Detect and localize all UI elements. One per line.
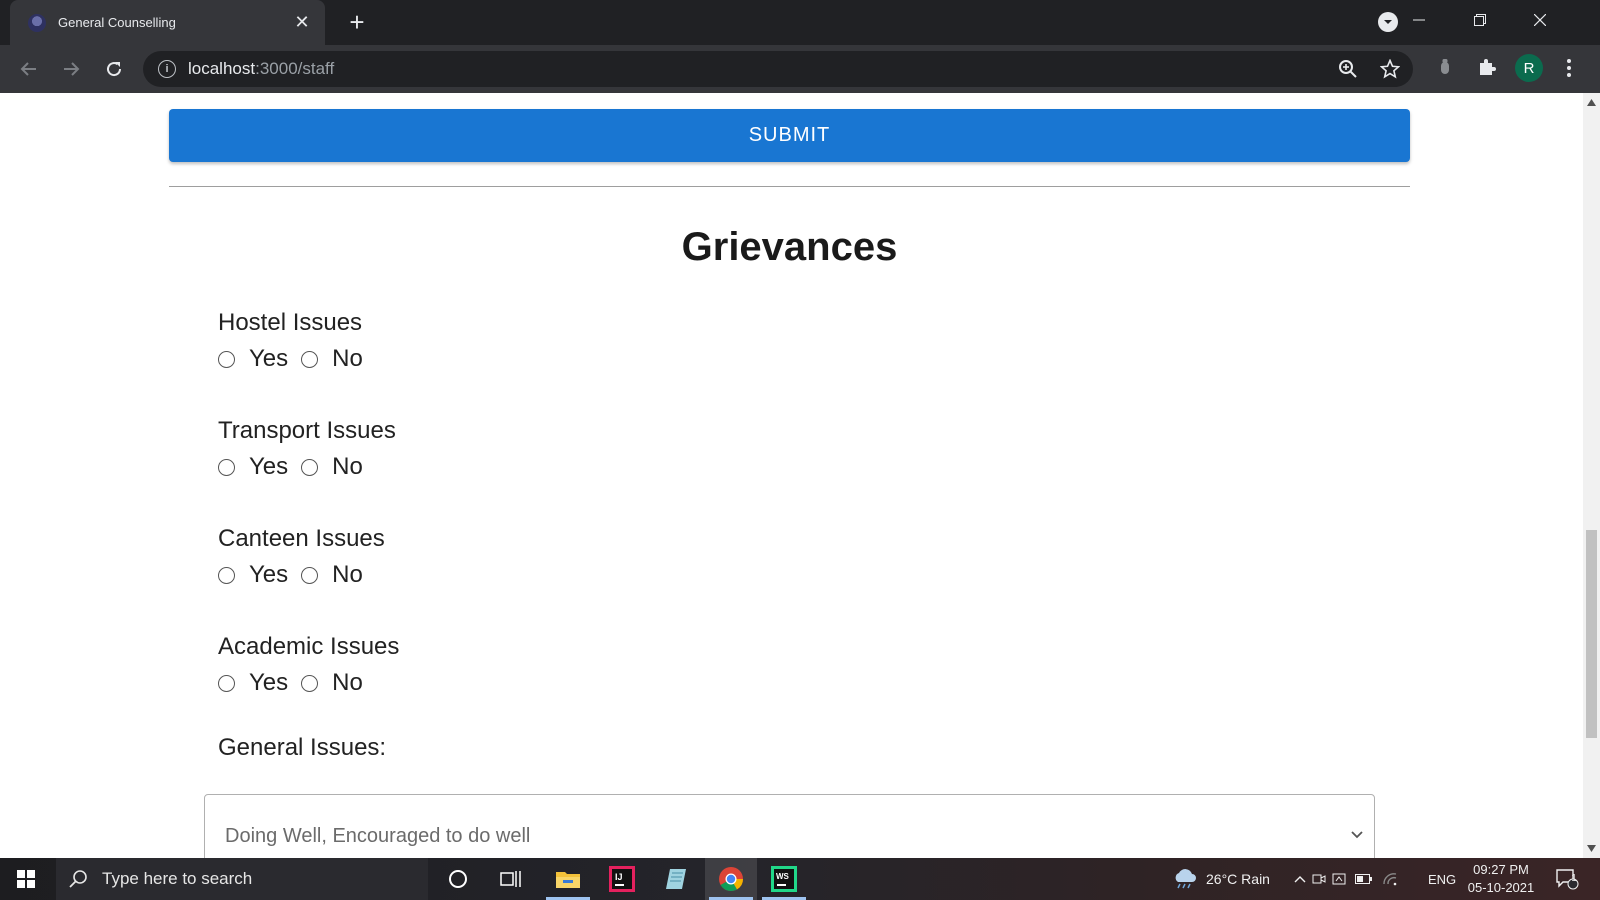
tray-chevron-up-icon[interactable] <box>1294 858 1306 900</box>
rain-cloud-icon <box>1175 869 1196 889</box>
question-canteen-issues: Canteen Issues Yes No <box>218 523 385 591</box>
wifi-icon[interactable] <box>1382 858 1398 900</box>
url-text: localhost:3000/staff <box>188 59 334 79</box>
scrollbar-thumb[interactable] <box>1586 530 1597 738</box>
browser-tab[interactable]: General Counselling ✕ <box>10 0 325 45</box>
site-favicon-icon <box>28 13 46 32</box>
clock-time: 09:27 PM <box>1473 862 1529 877</box>
radio-no-label[interactable]: No <box>332 561 363 589</box>
notification-center-icon[interactable]: 1 <box>1555 858 1579 900</box>
page-scrollbar[interactable] <box>1583 93 1600 858</box>
profile-avatar[interactable]: R <box>1515 54 1543 82</box>
radio-no[interactable] <box>301 566 319 584</box>
section-divider <box>169 186 1410 187</box>
taskbar-search-placeholder: Type here to search <box>102 869 253 888</box>
browser-toolbar: i localhost:3000/staff <box>0 45 1600 93</box>
question-label: Transport Issues <box>218 417 396 444</box>
url-host: localhost <box>188 59 256 78</box>
intellij-icon[interactable]: IJ <box>596 858 648 900</box>
onedrive-icon[interactable] <box>1332 858 1348 900</box>
submit-button[interactable]: SUBMIT <box>169 109 1410 162</box>
meet-now-icon[interactable] <box>1312 858 1326 900</box>
clock-date: 05-10-2021 <box>1467 880 1535 895</box>
start-button[interactable] <box>0 858 52 900</box>
url-path: :3000/staff <box>255 59 335 78</box>
extensions-puzzle-icon[interactable] <box>1476 56 1498 78</box>
restore-icon[interactable] <box>1450 0 1510 40</box>
radio-no[interactable] <box>301 674 319 692</box>
close-window-icon[interactable] <box>1510 0 1570 40</box>
chevron-down-icon <box>1351 831 1363 839</box>
general-issues-value: Doing Well, Encouraged to do well <box>225 825 531 847</box>
weather-widget[interactable]: 26°C Rain <box>1172 858 1270 900</box>
back-icon[interactable] <box>15 55 43 83</box>
weather-text: 26°C Rain <box>1206 871 1270 887</box>
reload-icon[interactable] <box>100 55 128 83</box>
question-transport-issues: Transport Issues Yes No <box>218 415 396 483</box>
search-icon <box>69 870 87 888</box>
bookmark-star-icon[interactable] <box>1380 59 1400 79</box>
radio-yes[interactable] <box>218 566 235 584</box>
new-tab-icon[interactable]: + <box>345 8 369 36</box>
radio-yes[interactable] <box>218 350 235 368</box>
cortana-icon[interactable] <box>432 858 484 900</box>
address-bar[interactable]: i localhost:3000/staff <box>143 51 1413 87</box>
radio-group: Yes No <box>218 667 399 699</box>
page-viewport: SUBMIT Grievances Hostel Issues Yes No T… <box>0 93 1583 858</box>
taskbar-clock[interactable]: 09:27 PM 05-10-2021 <box>1462 861 1540 897</box>
radio-no-label[interactable]: No <box>332 345 363 373</box>
battery-icon[interactable] <box>1355 858 1373 900</box>
site-info-icon[interactable]: i <box>158 60 176 78</box>
chrome-icon[interactable] <box>705 858 757 900</box>
windows-taskbar: Type here to search IJ WS 26°C Rain ENG … <box>0 858 1600 900</box>
radio-yes-label[interactable]: Yes <box>249 453 288 481</box>
question-label: Canteen Issues <box>218 525 385 552</box>
zoom-icon[interactable] <box>1338 59 1358 79</box>
forward-icon[interactable] <box>57 55 85 83</box>
extension-icon[interactable] <box>1434 56 1456 78</box>
file-explorer-icon[interactable] <box>542 858 594 900</box>
radio-group: Yes No <box>218 343 376 375</box>
radio-yes-label[interactable]: Yes <box>249 345 288 373</box>
radio-yes-label[interactable]: Yes <box>249 669 288 697</box>
question-label: Academic Issues <box>218 633 400 660</box>
tab-close-icon[interactable]: ✕ <box>289 12 315 33</box>
radio-no-label[interactable]: No <box>332 669 363 697</box>
general-issues-select[interactable]: Doing Well, Encouraged to do well <box>204 794 1375 858</box>
radio-no[interactable] <box>301 458 319 476</box>
taskbar-search-box[interactable]: Type here to search <box>56 858 428 900</box>
task-view-icon[interactable] <box>485 858 537 900</box>
tab-title: General Counselling <box>58 15 176 30</box>
scroll-up-icon[interactable] <box>1587 99 1596 106</box>
radio-no[interactable] <box>301 350 319 368</box>
radio-group: Yes No <box>218 451 396 483</box>
question-label: Hostel Issues <box>218 309 363 336</box>
question-academic-issues: Academic Issues Yes No <box>218 631 399 699</box>
grievances-heading: Grievances <box>681 225 898 269</box>
general-issues-label: General Issues: <box>218 734 387 761</box>
minimize-icon[interactable] <box>1389 0 1449 40</box>
windows-logo-icon <box>17 870 35 888</box>
svg-text:IJ: IJ <box>615 872 623 882</box>
radio-yes[interactable] <box>218 458 235 476</box>
language-indicator[interactable]: ENG <box>1428 858 1456 900</box>
svg-text:WS: WS <box>776 872 790 881</box>
radio-no-label[interactable]: No <box>332 453 363 481</box>
webstorm-icon[interactable]: WS <box>758 858 810 900</box>
radio-group: Yes No <box>218 559 385 591</box>
radio-yes-label[interactable]: Yes <box>249 561 288 589</box>
browser-tabstrip: General Counselling ✕ + <box>0 0 1600 45</box>
notification-count: 1 <box>1571 873 1577 884</box>
browser-menu-icon[interactable] <box>1562 55 1576 81</box>
notes-app-icon[interactable] <box>650 858 702 900</box>
scroll-down-icon[interactable] <box>1587 845 1596 852</box>
question-hostel-issues: Hostel Issues Yes No <box>218 307 376 375</box>
radio-yes[interactable] <box>218 674 235 692</box>
